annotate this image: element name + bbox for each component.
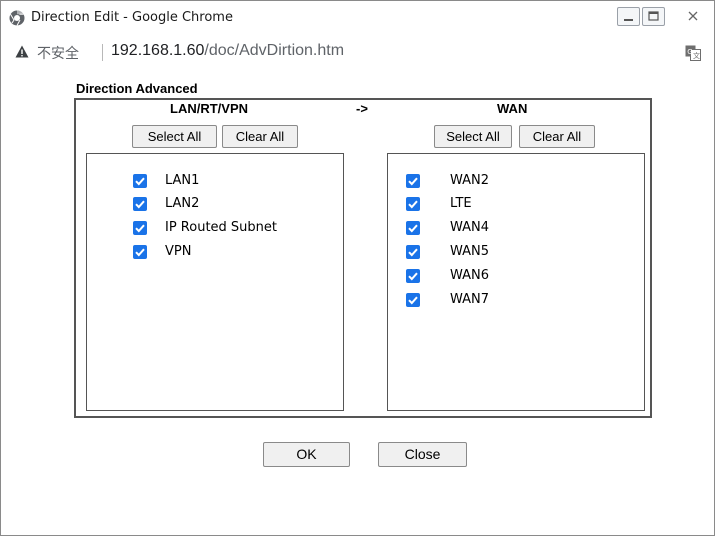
browser-window: Direction Edit - Google Chrome 不安全 192.1…: [0, 0, 715, 536]
checkbox-checked-icon[interactable]: [406, 221, 420, 235]
direction-arrow: ->: [356, 101, 368, 116]
left-column-heading: LAN/RT/VPN: [170, 101, 248, 116]
checkbox-checked-icon[interactable]: [406, 293, 420, 307]
checkbox-checked-icon[interactable]: [133, 245, 147, 259]
left-select-all-button[interactable]: Select All: [132, 125, 217, 148]
item-label: WAN4: [450, 220, 490, 235]
item-label: WAN5: [450, 244, 490, 259]
checkbox-checked-icon[interactable]: [133, 174, 147, 188]
right-column-heading: WAN: [497, 101, 528, 116]
close-button[interactable]: Close: [378, 442, 467, 467]
maximize-button[interactable]: [642, 7, 665, 26]
checkbox-checked-icon[interactable]: [406, 245, 420, 259]
minimize-icon: [624, 19, 633, 21]
item-label: WAN7: [450, 292, 490, 307]
dialog-content: Direction Advanced LAN/RT/VPN -> WAN Sel…: [1, 70, 714, 536]
chrome-icon: [9, 10, 25, 26]
minimize-button[interactable]: [617, 7, 640, 26]
checkbox-checked-icon[interactable]: [133, 221, 147, 235]
translate-icon[interactable]: G 文: [685, 45, 701, 61]
address-bar[interactable]: 不安全 192.168.1.60/doc/AdvDirtion.htm G 文: [1, 35, 714, 69]
item-label: LAN1: [165, 173, 200, 188]
address-divider: [102, 44, 103, 61]
close-window-button[interactable]: [675, 7, 711, 26]
item-label: IP Routed Subnet: [165, 220, 278, 235]
right-listbox[interactable]: WAN2 LTE WAN4 WAN5 WAN6 WAN7: [387, 153, 645, 411]
section-title: Direction Advanced: [76, 81, 198, 96]
close-icon: [688, 11, 698, 21]
ok-button[interactable]: OK: [263, 442, 350, 467]
checkbox-checked-icon[interactable]: [133, 197, 147, 211]
url-text[interactable]: 192.168.1.60/doc/AdvDirtion.htm: [111, 42, 344, 60]
right-clear-all-button[interactable]: Clear All: [519, 125, 595, 148]
maximize-icon: [648, 11, 659, 21]
item-label: WAN6: [450, 268, 490, 283]
direction-group-box: LAN/RT/VPN -> WAN Select All Clear All S…: [74, 98, 652, 418]
checkbox-checked-icon[interactable]: [406, 269, 420, 283]
svg-text:G: G: [687, 48, 692, 56]
item-label: LAN2: [165, 196, 200, 211]
left-clear-all-button[interactable]: Clear All: [222, 125, 298, 148]
left-listbox[interactable]: LAN1 LAN2 IP Routed Subnet VPN: [86, 153, 344, 411]
url-host: 192.168.1.60: [111, 42, 205, 59]
item-label: WAN2: [450, 173, 490, 188]
right-select-all-button[interactable]: Select All: [434, 125, 512, 148]
url-path: /doc/AdvDirtion.htm: [204, 42, 345, 59]
checkbox-checked-icon[interactable]: [406, 197, 420, 211]
item-label: LTE: [450, 196, 472, 211]
window-title: Direction Edit - Google Chrome: [31, 10, 233, 25]
title-bar: Direction Edit - Google Chrome: [1, 1, 714, 34]
svg-text:文: 文: [693, 51, 700, 60]
checkbox-checked-icon[interactable]: [406, 174, 420, 188]
warning-icon[interactable]: [15, 45, 29, 58]
insecure-label[interactable]: 不安全: [37, 43, 79, 63]
item-label: VPN: [165, 244, 192, 259]
